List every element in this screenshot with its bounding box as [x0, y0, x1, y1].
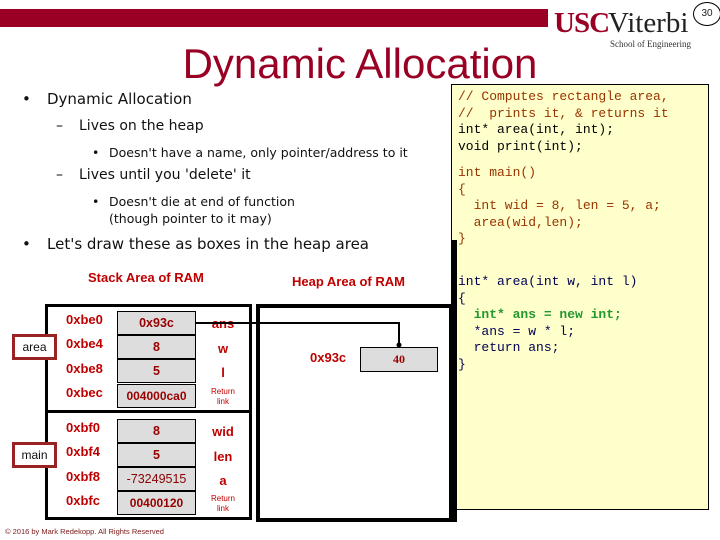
- logo-usc: USC: [554, 7, 610, 39]
- bullet-text: Lives on the heap: [79, 118, 204, 134]
- stack-area-title: Stack Area of RAM: [88, 270, 204, 285]
- code-line: int wid = 8, len = 5, a;: [458, 198, 661, 214]
- code-line: }: [458, 231, 466, 247]
- bullet-marker: •: [92, 145, 100, 160]
- stack-cell: 5: [117, 359, 196, 383]
- stack-cell: 5: [117, 443, 196, 467]
- code-line-highlight: int* ans = new int;: [458, 307, 622, 323]
- stack-cell: 00400120: [117, 491, 196, 515]
- code-block-declarations: // Computes rectangle area, // prints it…: [458, 89, 669, 155]
- stack-var-label: Return link: [210, 387, 235, 406]
- bullet-text: Let's draw these as boxes in the heap ar…: [47, 235, 369, 253]
- heap-area-title: Heap Area of RAM: [292, 274, 405, 289]
- code-block-main: int main() { int wid = 8, len = 5, a; ar…: [458, 165, 661, 248]
- code-line: }: [458, 356, 466, 372]
- bullet-item: • Doesn't have a name, only pointer/addr…: [92, 145, 408, 160]
- frame-label-area: area: [12, 334, 57, 360]
- bullet-marker: –: [56, 118, 63, 134]
- stack-var-label: ans: [211, 316, 235, 331]
- stack-var-label: w: [217, 341, 229, 356]
- stack-frame-divider: [45, 410, 252, 413]
- stack-cell: 8: [117, 335, 196, 359]
- slide-title-text: Dynamic Allocation: [182, 40, 538, 87]
- bullet-item: • Doesn't die at end of function: [92, 194, 295, 209]
- bullet-item: • Let's draw these as boxes in the heap …: [22, 235, 369, 253]
- code-line: {: [458, 290, 466, 306]
- code-line: int main(): [458, 165, 537, 180]
- stack-cell: 0x93c: [117, 311, 196, 335]
- frame-label-main: main: [12, 442, 57, 468]
- bullet-item: – Lives until you 'delete' it: [56, 167, 251, 183]
- bullet-text: Doesn't die at end of function: [109, 194, 295, 209]
- code-line: {: [458, 181, 466, 197]
- bullet-text: Doesn't have a name, only pointer/addres…: [109, 145, 408, 160]
- code-line: void print(int);: [458, 138, 583, 154]
- heap-area: [256, 304, 453, 522]
- stack-var-label: Return link: [210, 494, 235, 513]
- bullet-text: Dynamic Allocation: [47, 90, 192, 108]
- bullet-marker: •: [92, 194, 100, 209]
- bullet-item-continuation: (though pointer to it may): [109, 211, 272, 226]
- bullet-item: – Lives on the heap: [56, 118, 204, 134]
- heap-cell: 40: [360, 347, 438, 372]
- code-line: int* area(int, int);: [458, 122, 615, 138]
- copyright-footer: © 2016 by Mark Redekopp. All Rights Rese…: [5, 527, 164, 536]
- code-block-area: int* area(int w, int l) { int* ans = new…: [458, 274, 637, 374]
- code-line: *ans = w * l;: [458, 323, 576, 339]
- stack-cell: -73249515: [117, 467, 196, 491]
- bullet-item: • Dynamic Allocation: [22, 90, 192, 108]
- stack-cell: 004000ca0: [117, 384, 196, 408]
- bullet-marker: •: [22, 90, 31, 108]
- slide-title: Dynamic Allocation: [0, 40, 720, 88]
- code-line: // Computes rectangle area,: [458, 89, 669, 104]
- stack-cell: 8: [117, 419, 196, 443]
- code-line: // prints it, & returns it: [458, 105, 669, 121]
- bullet-text: Lives until you 'delete' it: [79, 167, 251, 183]
- stack-var-label: wid: [212, 424, 234, 439]
- code-line: return ans;: [458, 340, 560, 356]
- bullet-marker: –: [56, 167, 63, 183]
- bullet-text: (though pointer to it may): [109, 211, 272, 226]
- header-accent-bar: [0, 9, 548, 27]
- stack-var-label: l: [221, 365, 225, 380]
- heap-address: 0x93c: [310, 350, 347, 365]
- logo-viterbi: Viterbi: [608, 7, 689, 39]
- stack-var-label: a: [219, 473, 227, 488]
- bullet-marker: •: [22, 235, 31, 253]
- code-listing: // Computes rectangle area, // prints it…: [451, 84, 709, 510]
- code-line: int* area(int w, int l): [458, 274, 638, 289]
- page-number: 30: [693, 2, 720, 26]
- code-line: area(wid,len);: [458, 214, 583, 230]
- stack-var-label: len: [213, 449, 233, 464]
